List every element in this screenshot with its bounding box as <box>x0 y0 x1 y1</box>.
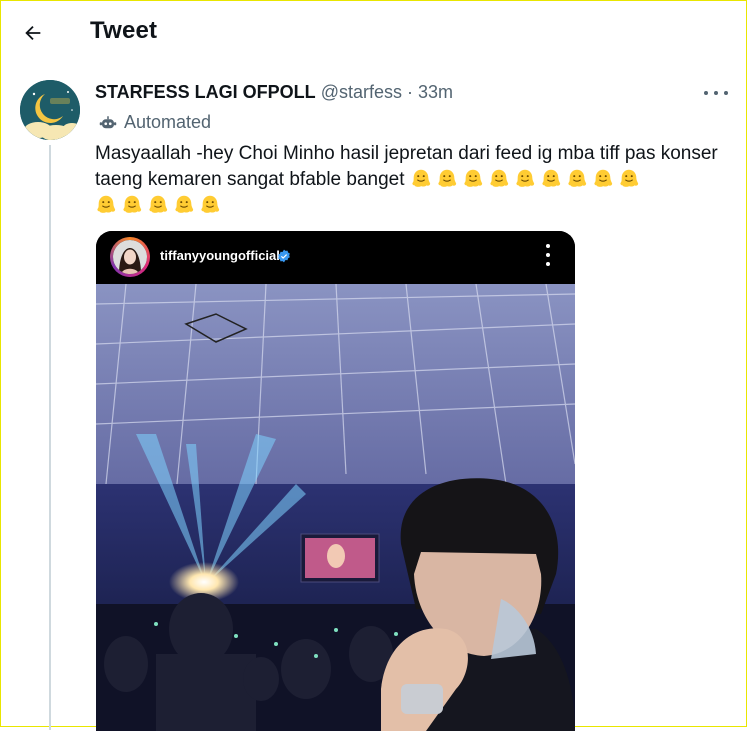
melting-face-emoji <box>149 195 168 213</box>
instagram-username: tiffanyyoungofficial <box>160 248 280 263</box>
melting-face-emoji <box>123 195 142 213</box>
instagram-avatar <box>110 237 150 277</box>
melting-face-emoji <box>201 195 220 213</box>
melting-face-emoji <box>620 169 638 187</box>
more-options-button[interactable] <box>704 82 728 104</box>
tweet-author-row: STARFESS LAGI OFPOLL @starfess · 33m <box>95 82 453 103</box>
melting-face-emoji <box>464 169 482 187</box>
concert-photo <box>96 284 575 731</box>
separator-dot: · <box>407 82 413 102</box>
instagram-header: tiffanyyoungofficial <box>96 231 575 284</box>
melting-face-emoji <box>438 169 456 187</box>
thread-line <box>49 145 51 730</box>
tweet-media[interactable]: tiffanyyoungofficial <box>96 231 575 731</box>
page-title: Tweet <box>90 17 158 44</box>
emoji-group <box>410 169 644 190</box>
automated-text: Automated <box>124 112 212 132</box>
page-header: Tweet <box>0 0 747 64</box>
tweet-text: Masyaallah -hey Choi Minho hasil jepreta… <box>95 141 725 219</box>
melting-face-emoji <box>542 169 560 187</box>
tweet-timestamp[interactable]: 33m <box>418 82 453 102</box>
melting-face-emoji <box>412 169 430 187</box>
verified-badge-icon <box>278 249 290 263</box>
melting-face-emoji <box>516 169 534 187</box>
emoji-group <box>95 195 225 216</box>
melting-face-emoji <box>175 195 194 213</box>
more-dot-icon <box>704 91 708 95</box>
more-dot-icon <box>714 91 718 95</box>
robot-icon <box>99 115 117 128</box>
melting-face-emoji <box>594 169 612 187</box>
instagram-more-icon <box>545 244 551 266</box>
back-button[interactable] <box>18 18 48 48</box>
author-handle[interactable]: @starfess <box>321 82 402 102</box>
avatar[interactable] <box>20 80 80 140</box>
automated-label[interactable]: Automated <box>99 112 211 133</box>
starfess-logo <box>20 80 80 140</box>
arrow-left-icon <box>25 25 41 41</box>
melting-face-emoji <box>568 169 586 187</box>
melting-face-emoji <box>97 195 116 213</box>
more-dot-icon <box>724 91 728 95</box>
melting-face-emoji <box>490 169 508 187</box>
author-display-name[interactable]: STARFESS LAGI OFPOLL <box>95 82 316 102</box>
